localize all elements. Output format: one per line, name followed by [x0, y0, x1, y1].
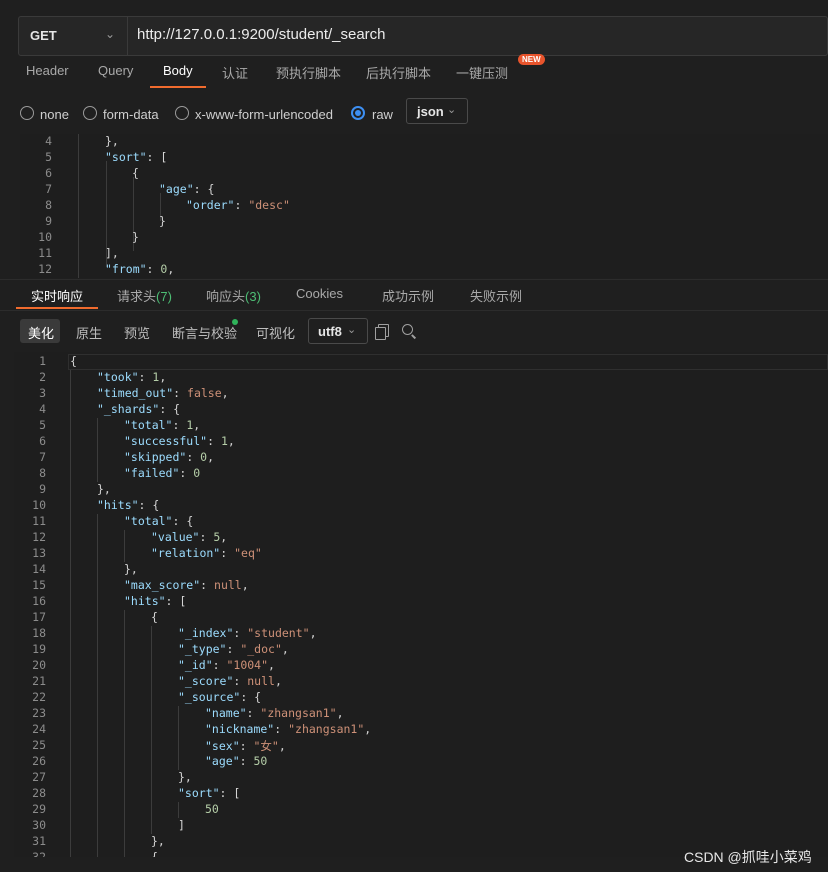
view-assert-button[interactable]: 断言与校验	[172, 323, 237, 342]
csdn-watermark: CSDN @抓哇小菜鸡	[684, 849, 812, 865]
tab-header[interactable]: Header	[26, 63, 69, 78]
current-line-highlight	[68, 354, 828, 370]
tab-post-script[interactable]: 后执行脚本	[366, 63, 431, 82]
tab-pre-script[interactable]: 预执行脚本	[276, 63, 341, 82]
search-icon[interactable]	[402, 324, 413, 335]
body-format-label: json	[417, 104, 444, 119]
url-bar: GET ⌄ http://127.0.0.1:9200/student/_sea…	[18, 16, 828, 56]
response-body-viewer[interactable]: 1{2 "took": 1, 3 "timed_out": false, 4 "_shar…	[14, 352, 828, 857]
method-select[interactable]: GET ⌄	[19, 17, 128, 55]
radio-urlencoded[interactable]	[175, 106, 189, 120]
active-tab-indicator	[150, 86, 206, 88]
body-format-select[interactable]: json ⌄	[406, 98, 468, 124]
tab-auth[interactable]: 认证	[222, 63, 248, 82]
view-pretty-button[interactable]: 美化	[28, 323, 54, 342]
radio-none-label[interactable]: none	[40, 107, 69, 122]
view-preview-button[interactable]: 预览	[124, 323, 150, 342]
request-tabs: Header Query Body 认证 预执行脚本 后执行脚本 一键压测	[0, 58, 828, 86]
tab-response-headers[interactable]: 响应头(3)	[206, 286, 261, 305]
active-response-tab-indicator	[16, 307, 98, 309]
tab-cookies[interactable]: Cookies	[296, 286, 343, 301]
tab-load-test[interactable]: 一键压测	[456, 63, 508, 82]
method-label: GET	[30, 28, 57, 43]
tab-body[interactable]: Body	[163, 63, 193, 78]
tab-success-example[interactable]: 成功示例	[382, 286, 434, 305]
copy-icon[interactable]	[375, 324, 389, 340]
radio-raw[interactable]	[351, 106, 365, 120]
request-body-editor[interactable]: 4}, 5 "sort": [ 6{ 7 "age": { 8 "order": "d…	[20, 134, 828, 278]
chevron-down-icon: ⌄	[447, 104, 457, 116]
chevron-down-icon: ⌄	[105, 27, 116, 41]
radio-urlencoded-label[interactable]: x-www-form-urlencoded	[195, 107, 333, 122]
radio-form-data[interactable]	[83, 106, 97, 120]
tab-live-response[interactable]: 实时响应	[31, 286, 83, 305]
encoding-label: utf8	[318, 324, 342, 339]
url-input[interactable]: http://127.0.0.1:9200/student/_search	[137, 26, 386, 43]
radio-form-data-label[interactable]: form-data	[103, 107, 159, 122]
new-badge: NEW	[518, 54, 545, 65]
tab-query[interactable]: Query	[98, 63, 133, 78]
tab-failure-example[interactable]: 失败示例	[470, 286, 522, 305]
encoding-select[interactable]: utf8 ⌄	[308, 318, 368, 344]
tab-request-headers[interactable]: 请求头(7)	[117, 286, 172, 305]
radio-raw-label[interactable]: raw	[372, 107, 393, 122]
chevron-down-icon: ⌄	[347, 324, 357, 336]
view-visualize-button[interactable]: 可视化	[256, 323, 295, 342]
radio-none[interactable]	[20, 106, 34, 120]
view-raw-button[interactable]: 原生	[76, 323, 102, 342]
status-dot	[232, 319, 238, 325]
